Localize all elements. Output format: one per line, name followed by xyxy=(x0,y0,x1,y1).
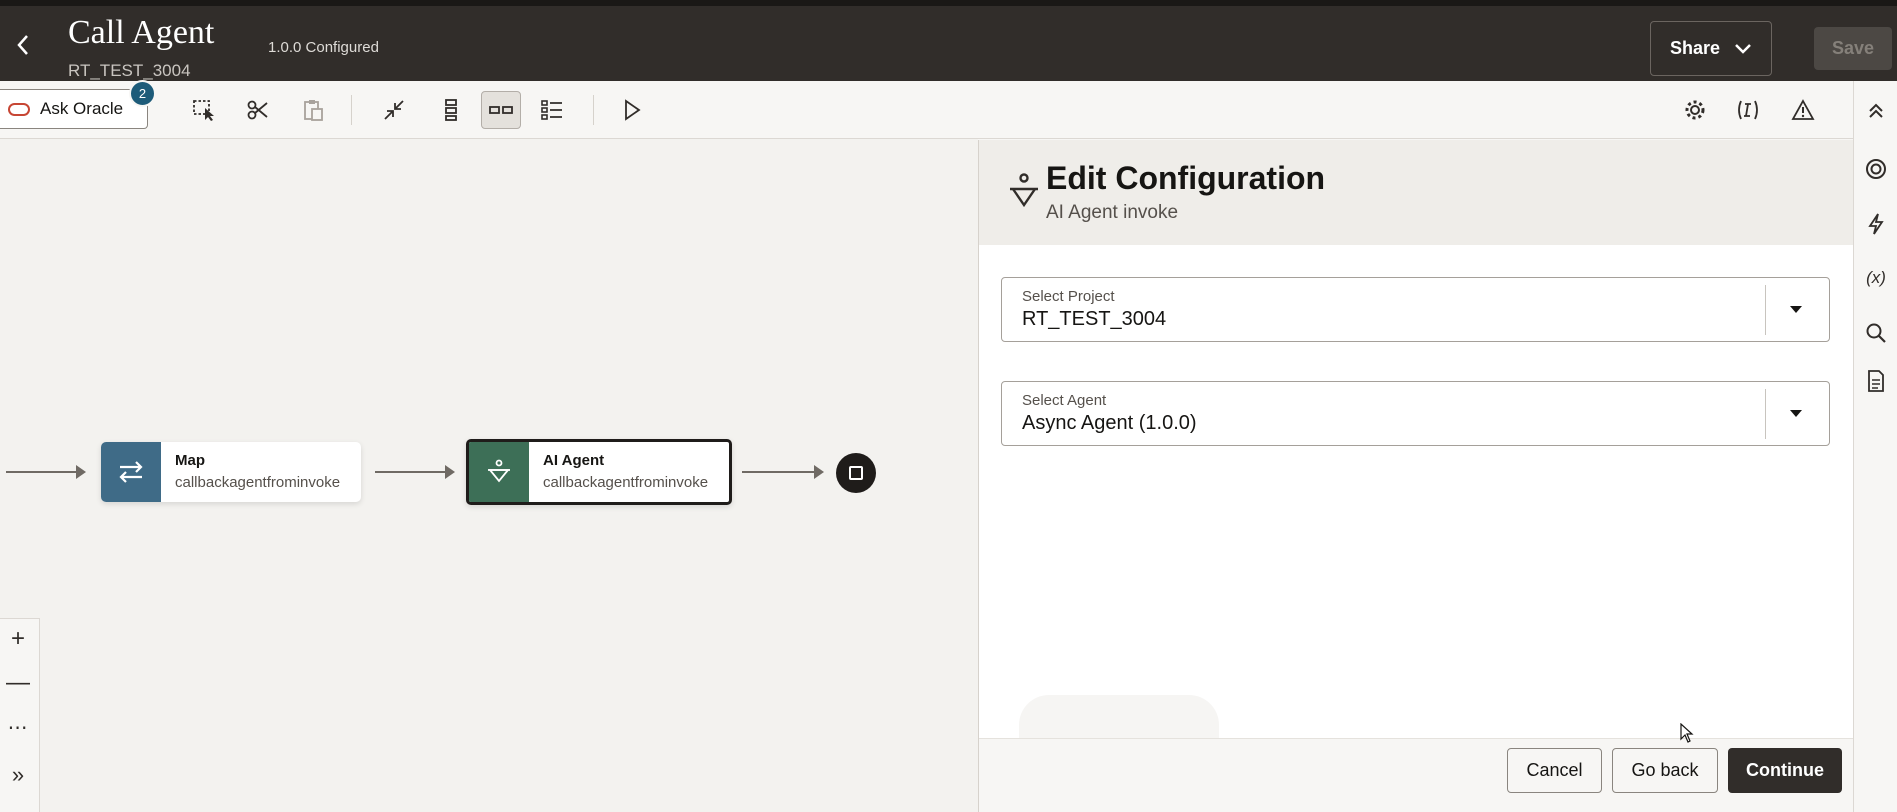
ai-agent-icon xyxy=(1007,173,1041,216)
ask-oracle-badge: 2 xyxy=(129,80,156,107)
ai-agent-icon xyxy=(469,442,529,502)
select-project-label: Select Project xyxy=(1022,288,1115,305)
edit-configuration-panel: Edit Configuration AI Agent invoke Selec… xyxy=(978,140,1854,812)
project-code: RT_TEST_3004 xyxy=(68,61,191,80)
cancel-button[interactable]: Cancel xyxy=(1507,748,1602,793)
stop-icon xyxy=(849,466,863,480)
canvas-toolbar: Ask Oracle xyxy=(0,81,1897,139)
caret-down-icon[interactable] xyxy=(1790,410,1802,417)
panel-header: Edit Configuration AI Agent invoke xyxy=(979,140,1853,245)
ai-agent-node-name: AI Agent xyxy=(543,452,605,469)
map-node[interactable]: Map callbackagentfrominvoke xyxy=(101,442,361,502)
panel-title: Edit Configuration xyxy=(1046,160,1326,196)
target-icon[interactable] xyxy=(1862,155,1890,183)
select-agent-value: Async Agent (1.0.0) xyxy=(1022,412,1197,434)
cut-icon[interactable] xyxy=(238,91,278,129)
integration-canvas[interactable]: Map callbackagentfrominvoke AI Agent cal… xyxy=(0,139,978,812)
share-button[interactable]: Share xyxy=(1650,21,1772,76)
save-button[interactable]: Save xyxy=(1814,27,1892,70)
map-icon xyxy=(101,442,161,502)
horizontal-layout-icon[interactable] xyxy=(481,91,521,129)
oracle-logo-icon xyxy=(8,102,30,116)
ask-oracle-label: Ask Oracle xyxy=(40,99,124,118)
share-label: Share xyxy=(1669,38,1721,58)
zoom-in-icon[interactable]: + xyxy=(0,619,36,659)
vertical-layout-icon[interactable] xyxy=(431,91,471,129)
expand-double-chevron-icon[interactable]: » xyxy=(0,755,36,795)
chevron-up-icon[interactable] xyxy=(1862,97,1890,125)
connector-arrow xyxy=(375,465,455,479)
app-header: Call Agent RT_TEST_3004 1.0.0 Configured… xyxy=(0,0,1897,81)
chevron-down-icon xyxy=(1735,43,1751,54)
ai-agent-node[interactable]: AI Agent callbackagentfrominvoke xyxy=(466,439,732,505)
map-node-subtitle: callbackagentfrominvoke xyxy=(175,474,341,491)
go-back-button[interactable]: Go back xyxy=(1612,748,1718,793)
connector-arrow xyxy=(742,465,824,479)
connector-arrow xyxy=(6,465,86,479)
map-node-name: Map xyxy=(175,452,205,469)
ai-agent-node-subtitle: callbackagentfrominvoke xyxy=(543,474,709,491)
dropdown-divider xyxy=(1765,285,1766,335)
panel-subtitle: AI Agent invoke xyxy=(1046,202,1179,223)
right-rail: (x) xyxy=(1853,81,1897,812)
panel-footer: Cancel Go back Continue xyxy=(979,738,1854,812)
more-options-icon[interactable]: ⋯ xyxy=(0,707,36,747)
select-agent-label: Select Agent xyxy=(1022,392,1107,409)
run-icon[interactable] xyxy=(612,91,652,129)
outline-view-icon[interactable] xyxy=(532,91,572,129)
zoom-controls: + — ⋯ » xyxy=(0,618,40,812)
end-node[interactable] xyxy=(836,453,876,493)
continue-button[interactable]: Continue xyxy=(1728,748,1842,793)
toolbar-divider xyxy=(593,95,594,125)
page-title: Call Agent xyxy=(68,14,215,51)
collapse-icon[interactable] xyxy=(374,91,414,129)
select-project-value: RT_TEST_3004 xyxy=(1022,308,1167,330)
zoom-out-icon[interactable]: — xyxy=(0,663,36,703)
toolbar-divider xyxy=(351,95,352,125)
paste-icon[interactable] xyxy=(293,91,333,129)
select-icon[interactable] xyxy=(184,91,224,129)
document-icon[interactable] xyxy=(1862,367,1890,395)
version-status: 1.0.0 Configured xyxy=(268,39,379,56)
ask-oracle-button[interactable]: Ask Oracle xyxy=(0,89,148,129)
dropdown-divider xyxy=(1765,389,1766,439)
select-agent-dropdown[interactable]: Select Agent Async Agent (1.0.0) xyxy=(1001,381,1830,446)
back-icon[interactable] xyxy=(12,32,34,58)
variables-icon[interactable]: (x) xyxy=(1862,264,1890,292)
settings-gear-icon[interactable] xyxy=(1675,91,1715,129)
lightning-icon[interactable] xyxy=(1862,210,1890,238)
search-icon[interactable] xyxy=(1862,319,1890,347)
select-project-dropdown[interactable]: Select Project RT_TEST_3004 xyxy=(1001,277,1830,342)
tracking-icon[interactable] xyxy=(1728,91,1768,129)
caret-down-icon[interactable] xyxy=(1790,306,1802,313)
warning-icon[interactable] xyxy=(1783,91,1823,129)
mouse-cursor-icon xyxy=(1680,722,1694,748)
